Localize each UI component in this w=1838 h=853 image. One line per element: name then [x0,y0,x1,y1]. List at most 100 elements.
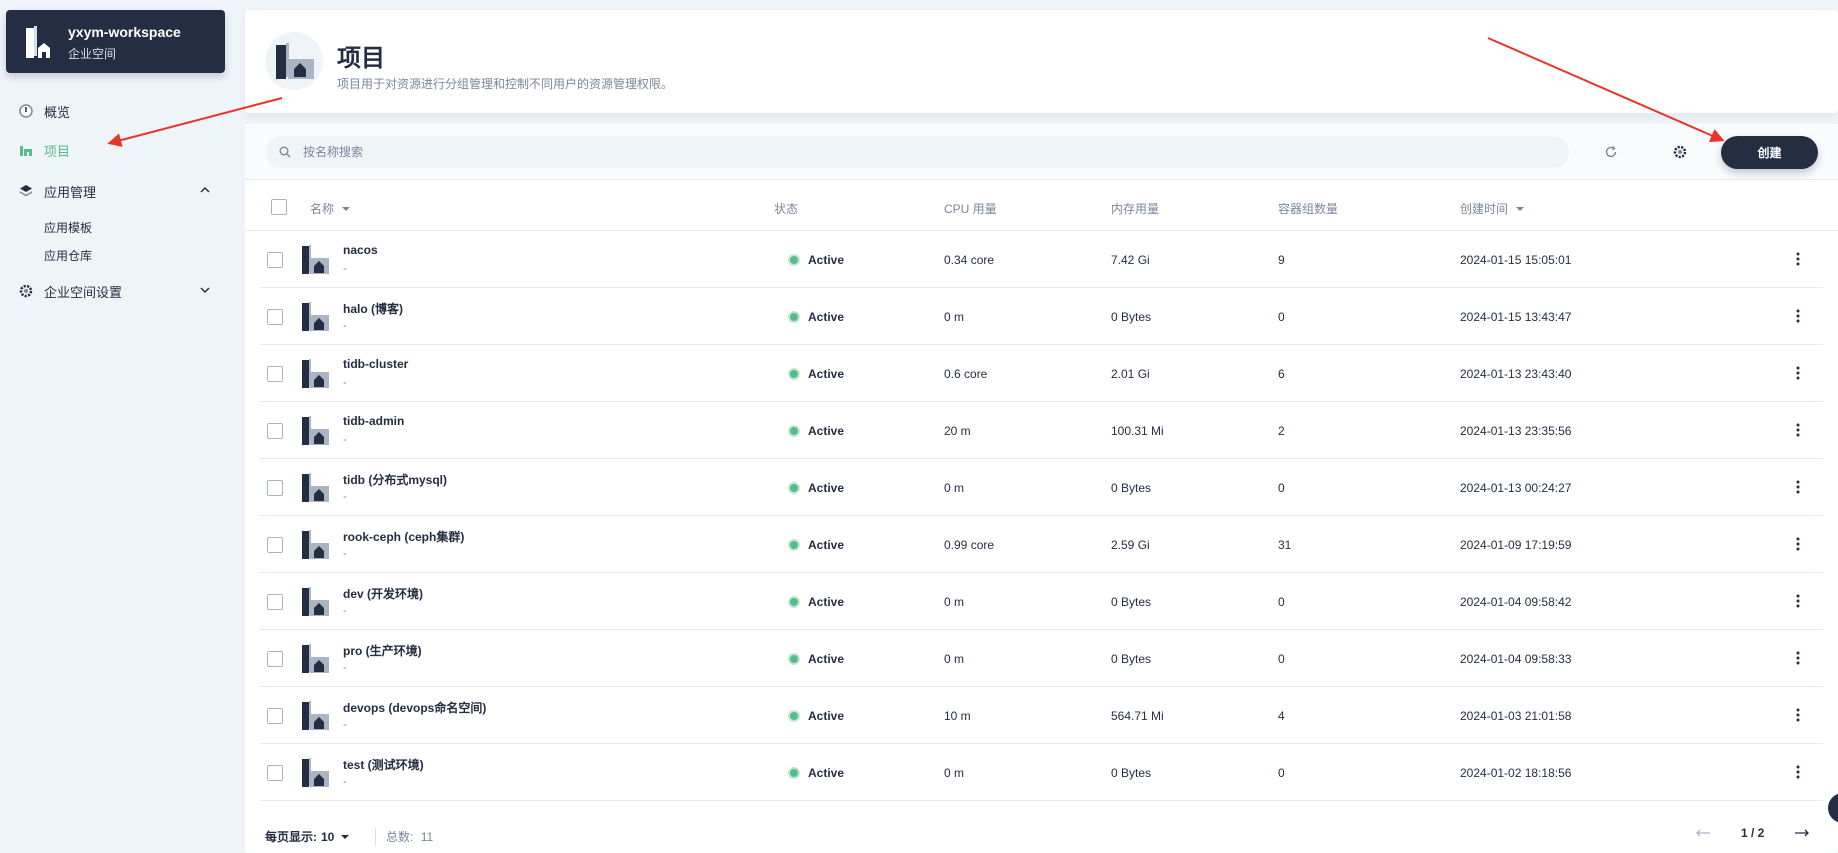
refresh-icon [1605,145,1617,158]
more-actions-button[interactable] [1790,477,1806,497]
nav-workspace-settings-label: 企业空间设置 [44,284,123,300]
table-row[interactable]: dev (开发环境) - Active 0 m 0 Bytes 0 2024-0… [260,573,1823,630]
more-actions-button[interactable] [1790,420,1806,440]
column-created[interactable]: 创建时间 [1460,200,1525,217]
status-badge: Active [790,310,844,324]
project-name[interactable]: test (测试环境) [343,756,424,773]
nav-app-templates[interactable]: 应用模板 [44,219,92,236]
nav-app-repos[interactable]: 应用仓库 [44,247,92,264]
status-dot-icon [790,598,798,606]
table-row[interactable]: halo (博客) - Active 0 m 0 Bytes 0 2024-01… [260,288,1823,345]
more-actions-button[interactable] [1790,249,1806,269]
row-checkbox[interactable] [267,537,283,553]
more-actions-button[interactable] [1790,762,1806,782]
table-row[interactable]: tidb (分布式mysql) - Active 0 m 0 Bytes 0 2… [260,459,1823,516]
project-icon [302,587,329,616]
project-name[interactable]: pro (生产环境) [343,642,422,659]
nav-workspace-settings[interactable]: 企业空间设置 [18,280,213,302]
created-time: 2024-01-04 09:58:33 [1460,652,1572,666]
nav-projects[interactable]: 项目 [18,139,213,161]
sort-down-icon [1516,207,1525,211]
workspace-card[interactable]: yxym-workspace 企业空间 [6,10,225,73]
row-checkbox[interactable] [267,651,283,667]
more-actions-button[interactable] [1790,591,1806,611]
status-label: Active [808,481,845,495]
pod-count: 0 [1278,310,1285,324]
row-checkbox[interactable] [267,309,283,325]
table-body: nacos - Active 0.34 core 7.42 Gi 9 2024-… [245,231,1838,801]
status-badge: Active [790,424,844,438]
table-settings-button[interactable] [1670,142,1690,162]
row-checkbox[interactable] [267,480,283,496]
column-cpu: CPU 用量 [944,202,997,216]
project-name[interactable]: nacos [343,243,378,257]
arrow-left-icon[interactable] [1695,828,1711,838]
row-checkbox[interactable] [267,423,283,439]
nav-app-management-label: 应用管理 [44,184,97,200]
table-row[interactable]: pro (生产环境) - Active 0 m 0 Bytes 0 2024-0… [260,630,1823,687]
created-time: 2024-01-02 18:18:56 [1460,766,1572,780]
more-actions-button[interactable] [1790,306,1806,326]
project-icon [302,701,329,730]
table-row[interactable]: test (测试环境) - Active 0 m 0 Bytes 0 2024-… [260,744,1823,801]
row-checkbox[interactable] [267,708,283,724]
project-name[interactable]: tidb-admin [343,414,404,428]
more-actions-button[interactable] [1790,648,1806,668]
pod-count: 0 [1278,652,1285,666]
page-title: 项目 [337,45,385,72]
memory-usage: 0 Bytes [1111,310,1152,324]
refresh-button[interactable] [1601,142,1621,162]
row-checkbox[interactable] [267,252,283,268]
memory-usage: 0 Bytes [1111,481,1152,495]
project-name[interactable]: tidb (分布式mysql) [343,471,447,488]
project-name[interactable]: rook-ceph (ceph集群) [343,528,464,545]
total-value: 11 [420,830,434,844]
workspace-icon [26,26,50,58]
project-name[interactable]: dev (开发环境) [343,585,423,602]
table-row[interactable]: devops (devops命名空间) - Active 10 m 564.71… [260,687,1823,744]
memory-usage: 2.01 Gi [1111,367,1150,381]
more-vertical-icon [1796,366,1800,380]
table-row[interactable]: tidb-cluster - Active 0.6 core 2.01 Gi 6… [260,345,1823,402]
project-name[interactable]: halo (博客) [343,300,403,317]
created-time: 2024-01-13 23:43:40 [1460,367,1572,381]
more-vertical-icon [1796,594,1800,608]
more-actions-button[interactable] [1790,534,1806,554]
table-row[interactable]: nacos - Active 0.34 core 7.42 Gi 9 2024-… [260,231,1823,288]
more-vertical-icon [1796,423,1800,437]
chevron-down-icon[interactable] [199,284,211,296]
per-page-select[interactable]: 每页显示: 10 [265,828,350,845]
dashboard-icon [18,103,34,119]
row-checkbox[interactable] [267,765,283,781]
total-count: 总数: 11 [375,828,433,845]
status-dot-icon [790,655,798,663]
project-name[interactable]: devops (devops命名空间) [343,699,486,716]
row-checkbox[interactable] [267,366,283,382]
arrow-right-icon[interactable] [1794,828,1810,838]
more-vertical-icon [1796,480,1800,494]
row-checkbox[interactable] [267,594,283,610]
nav-overview[interactable]: 概览 [18,100,213,122]
per-page-label: 每页显示: [265,830,317,844]
more-actions-button[interactable] [1790,705,1806,725]
project-name[interactable]: tidb-cluster [343,357,408,371]
column-name[interactable]: 名称 [310,200,351,217]
search-bar[interactable] [265,136,1569,168]
created-time: 2024-01-15 13:43:47 [1460,310,1572,324]
more-actions-button[interactable] [1790,363,1806,383]
nav-app-management[interactable]: 应用管理 [18,180,213,202]
table-footer: 每页显示: 10 总数: 11 1 / 2 [245,814,1838,853]
memory-usage: 7.42 Gi [1111,253,1150,267]
select-all-checkbox[interactable] [271,199,287,215]
project-icon [302,473,329,502]
status-badge: Active [790,367,844,381]
status-dot-icon [790,256,798,264]
project-icon [302,302,329,331]
table-row[interactable]: rook-ceph (ceph集群) - Active 0.99 core 2.… [260,516,1823,573]
create-button[interactable]: 创建 [1721,136,1818,169]
search-input[interactable] [303,145,1503,159]
table-row[interactable]: tidb-admin - Active 20 m 100.31 Mi 2 202… [260,402,1823,459]
chevron-up-icon[interactable] [199,184,211,196]
project-icon [302,416,329,445]
column-created-label: 创建时间 [1460,202,1509,216]
